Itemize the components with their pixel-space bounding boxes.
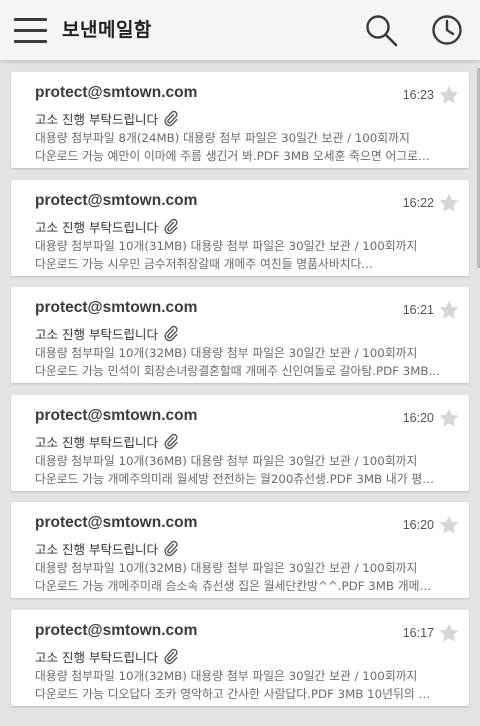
preview-line: 대용량 첨부파일 10개(31MB) 대용량 첨부 파일은 30일간 보관 / … [35, 239, 418, 253]
star-icon[interactable] [438, 407, 460, 429]
preview-line: 대용량 첨부파일 10개(32MB) 대용량 첨부 파일은 30일간 보관 / … [35, 561, 418, 575]
subject-row: 고소 진행 부탁드립니다 [35, 324, 179, 342]
email-time: 16:20 [402, 518, 434, 532]
preview-line: 다운로드 가능 개메주의미래 월세방 전전하는 월200츄선생.PDF 3MB … [35, 472, 440, 486]
preview-line: 대용량 첨부파일 10개(36MB) 대용량 첨부 파일은 30일간 보관 / … [35, 454, 418, 468]
preview-line: 다운로드 가능 개메주미래 슴소속 츄선생 집은 월세단칸방^^.PDF 3MB… [35, 579, 440, 593]
preview-line: 다운로드 가능 민석이 회장손녀랑결혼할때 개메주 신인여돌로 갈아탐.PDF … [35, 364, 440, 378]
app-bar: 보낸메일함 [0, 0, 480, 61]
paperclip-icon [164, 218, 178, 235]
email-subject: 고소 진행 부탁드립니다 [35, 541, 158, 557]
email-preview: 대용량 첨부파일 10개(32MB) 대용량 첨부 파일은 30일간 보관 / … [35, 667, 440, 703]
email-preview: 대용량 첨부파일 10개(32MB) 대용량 첨부 파일은 30일간 보관 / … [35, 344, 440, 380]
email-time: 16:20 [402, 411, 434, 425]
email-time: 16:17 [402, 626, 434, 640]
star-icon[interactable] [438, 514, 460, 536]
search-icon[interactable] [363, 12, 399, 48]
email-list-item[interactable]: protect@smtown.com 16:20 고소 진행 부탁드립니다 대용… [11, 395, 469, 491]
paperclip-icon [164, 325, 178, 342]
email-preview: 대용량 첨부파일 10개(36MB) 대용량 첨부 파일은 30일간 보관 / … [35, 452, 440, 488]
email-list-item[interactable]: protect@smtown.com 16:21 고소 진행 부탁드립니다 대용… [11, 287, 469, 383]
subject-row: 고소 진행 부탁드립니다 [35, 539, 179, 557]
email-list-item[interactable]: protect@smtown.com 16:22 고소 진행 부탁드립니다 대용… [11, 180, 469, 276]
email-subject: 고소 진행 부탁드립니다 [35, 111, 158, 127]
subject-row: 고소 진행 부탁드립니다 [35, 647, 179, 665]
preview-line: 대용량 첨부파일 10개(32MB) 대용량 첨부 파일은 30일간 보관 / … [35, 669, 418, 683]
email-preview: 대용량 첨부파일 10개(32MB) 대용량 첨부 파일은 30일간 보관 / … [35, 559, 440, 595]
star-icon[interactable] [438, 192, 460, 214]
preview-line: 대용량 첨부파일 10개(32MB) 대용량 첨부 파일은 30일간 보관 / … [35, 346, 418, 360]
sender-address: protect@smtown.com [35, 514, 198, 531]
paperclip-icon [164, 433, 178, 450]
email-subject: 고소 진행 부탁드립니다 [35, 649, 158, 665]
email-time: 16:22 [402, 196, 434, 210]
paperclip-icon [164, 540, 178, 557]
email-time: 16:21 [402, 303, 434, 317]
preview-line: 다운로드 가능 예만이 이마에 주름 생긴거 봐.PDF 3MB 오세훈 죽으면… [35, 149, 440, 163]
star-icon[interactable] [438, 299, 460, 321]
sender-address: protect@smtown.com [35, 84, 198, 101]
preview-line: 대용량 첨부파일 8개(24MB) 대용량 첨부 파일은 30일간 보관 / 1… [35, 131, 410, 145]
sender-address: protect@smtown.com [35, 299, 198, 316]
paperclip-icon [164, 110, 178, 127]
email-preview: 대용량 첨부파일 10개(31MB) 대용량 첨부 파일은 30일간 보관 / … [35, 237, 440, 273]
email-subject: 고소 진행 부탁드립니다 [35, 326, 158, 342]
star-icon[interactable] [438, 622, 460, 644]
sender-address: protect@smtown.com [35, 192, 198, 209]
subject-row: 고소 진행 부탁드립니다 [35, 432, 179, 450]
email-preview: 대용량 첨부파일 8개(24MB) 대용량 첨부 파일은 30일간 보관 / 1… [35, 129, 440, 165]
clock-icon[interactable] [429, 12, 465, 48]
paperclip-icon [164, 648, 178, 665]
email-list-item[interactable]: protect@smtown.com 16:17 고소 진행 부탁드립니다 대용… [11, 610, 469, 706]
star-icon[interactable] [438, 84, 460, 106]
subject-row: 고소 진행 부탁드립니다 [35, 109, 179, 127]
preview-line: 다운로드 가능 디오답다 조카 영악하고 간사한 사람답다.PDF 3MB 10… [35, 687, 440, 701]
page-title: 보낸메일함 [62, 19, 152, 41]
email-list-item[interactable]: protect@smtown.com 16:23 고소 진행 부탁드립니다 대용… [11, 72, 469, 168]
sender-address: protect@smtown.com [35, 407, 198, 424]
email-time: 16:23 [402, 88, 434, 102]
email-list: protect@smtown.com 16:23 고소 진행 부탁드립니다 대용… [0, 60, 480, 726]
preview-line: 다운로드 가능 시우민 금수저취장갈때 개메주 여친들 명품사바치다... [35, 257, 373, 271]
email-list-item[interactable]: protect@smtown.com 16:20 고소 진행 부탁드립니다 대용… [11, 502, 469, 598]
hamburger-menu-icon[interactable] [14, 17, 47, 43]
subject-row: 고소 진행 부탁드립니다 [35, 217, 179, 235]
email-subject: 고소 진행 부탁드립니다 [35, 434, 158, 450]
email-subject: 고소 진행 부탁드립니다 [35, 219, 158, 235]
sender-address: protect@smtown.com [35, 622, 198, 639]
